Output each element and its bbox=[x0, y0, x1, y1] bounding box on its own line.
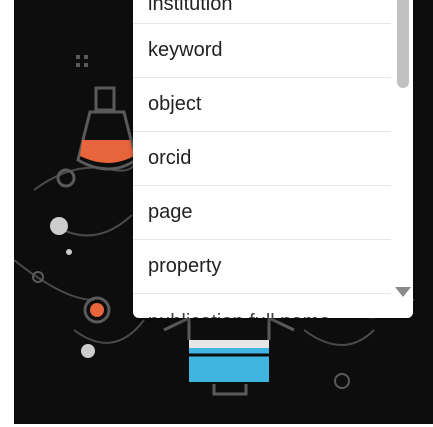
scrollbar-thumb[interactable] bbox=[397, 0, 409, 88]
scroll-down-arrow-icon[interactable] bbox=[395, 287, 411, 297]
dropdown-option-orcid[interactable]: orcid bbox=[133, 132, 391, 186]
dropdown-option-keyword[interactable]: keyword bbox=[133, 24, 391, 78]
dropdown-option-page[interactable]: page bbox=[133, 186, 391, 240]
dropdown-option-object[interactable]: object bbox=[133, 78, 391, 132]
dropdown-option-institution[interactable]: institution bbox=[133, 0, 391, 24]
flask-icon bbox=[76, 86, 138, 171]
briefcase-icon bbox=[163, 315, 295, 396]
dropdown-option-publication-full-name[interactable]: publication full name bbox=[133, 294, 391, 318]
dropdown-list: institution keyword object orcid page pr… bbox=[133, 0, 391, 318]
dropdown-option-property[interactable]: property bbox=[133, 240, 391, 294]
autocomplete-dropdown[interactable]: institution keyword object orcid page pr… bbox=[133, 0, 413, 318]
dropdown-scrollbar[interactable] bbox=[393, 0, 413, 318]
